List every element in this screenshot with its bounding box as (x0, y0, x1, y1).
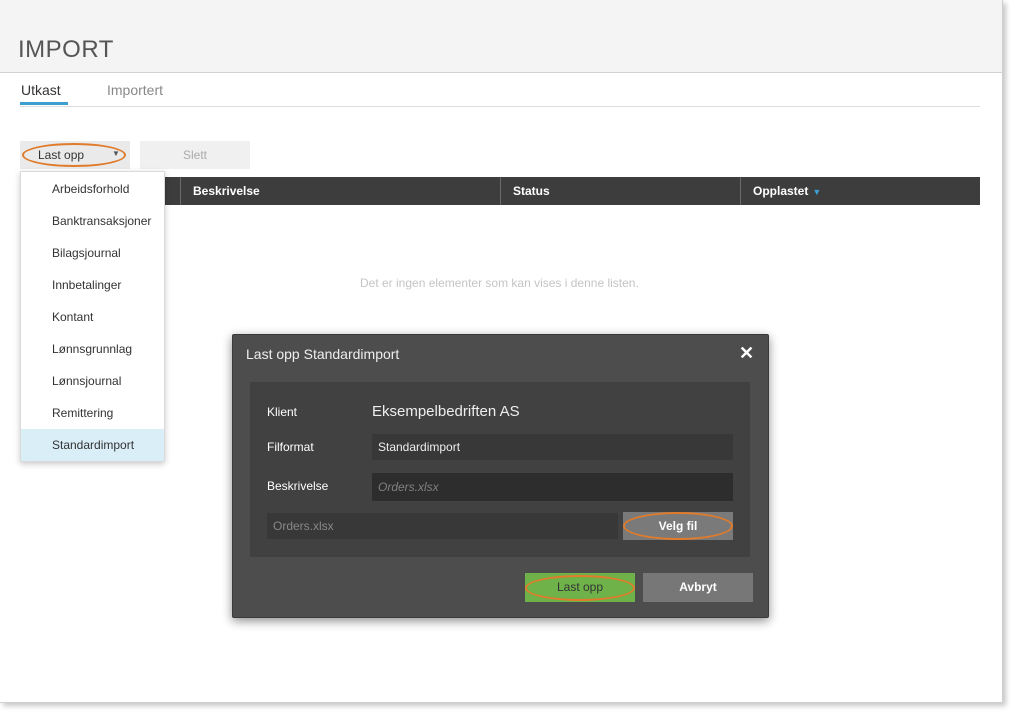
upload-dropdown-button[interactable]: Last opp ▼ (20, 141, 130, 169)
filformat-field[interactable]: Standardimport (372, 434, 733, 460)
column-header-label: Beskrivelse (193, 184, 260, 198)
import-page: IMPORT Utkast Importert Last opp ▼ Slett… (0, 0, 1003, 703)
choose-file-button[interactable]: Velg fil (623, 512, 733, 540)
page-header (0, 0, 1002, 73)
beskrivelse-input[interactable] (372, 473, 733, 501)
filformat-label: Filformat (267, 440, 314, 454)
active-tab-indicator (20, 102, 68, 105)
empty-list-message: Det er ingen elementer som kan vises i d… (360, 276, 639, 290)
beskrivelse-label: Beskrivelse (267, 479, 329, 493)
tab-importert[interactable]: Importert (107, 82, 163, 98)
column-header-opplastet[interactable]: Opplastet ▼ (740, 177, 980, 205)
menu-item-bilagsjournal[interactable]: Bilagsjournal (21, 237, 164, 269)
column-header-status[interactable]: Status (500, 177, 740, 205)
klient-label: Klient (267, 405, 298, 419)
upload-dropdown-label: Last opp (38, 148, 85, 162)
menu-item-kontant[interactable]: Kontant (21, 301, 164, 333)
dialog-title: Last opp Standardimport (246, 346, 400, 362)
menu-item-lonnsjournal[interactable]: Lønnsjournal (21, 365, 164, 397)
tabs-divider (20, 106, 980, 107)
delete-button[interactable]: Slett (140, 141, 250, 169)
menu-item-innbetalinger[interactable]: Innbetalinger (21, 269, 164, 301)
column-header-label: Status (513, 184, 550, 198)
selected-file-field: Orders.xlsx (267, 513, 618, 539)
menu-item-standardimport[interactable]: Standardimport (21, 429, 164, 461)
column-header-label: Opplastet (753, 184, 809, 198)
menu-item-remittering[interactable]: Remittering (21, 397, 164, 429)
upload-type-menu: Arbeidsforhold Banktransaksjoner Bilagsj… (20, 171, 165, 462)
upload-submit-button[interactable]: Last opp (525, 573, 635, 602)
menu-item-banktransaksjoner[interactable]: Banktransaksjoner (21, 205, 164, 237)
klient-value: Eksempelbedriften AS (372, 403, 520, 420)
close-icon[interactable]: ✕ (739, 343, 754, 364)
caret-down-icon: ▼ (112, 149, 120, 158)
upload-dialog: Last opp Standardimport ✕ Klient Eksempe… (232, 334, 769, 618)
cancel-button[interactable]: Avbryt (643, 573, 753, 602)
tab-utkast[interactable]: Utkast (21, 82, 61, 98)
menu-item-lonnsgrunnlag[interactable]: Lønnsgrunnlag (21, 333, 164, 365)
sort-descending-icon: ▼ (812, 187, 822, 197)
dialog-form: Klient Eksempelbedriften AS Filformat St… (250, 382, 750, 557)
menu-item-arbeidsforhold[interactable]: Arbeidsforhold (21, 173, 164, 205)
column-header-beskrivelse[interactable]: Beskrivelse (180, 177, 500, 205)
page-title: IMPORT (18, 36, 114, 63)
